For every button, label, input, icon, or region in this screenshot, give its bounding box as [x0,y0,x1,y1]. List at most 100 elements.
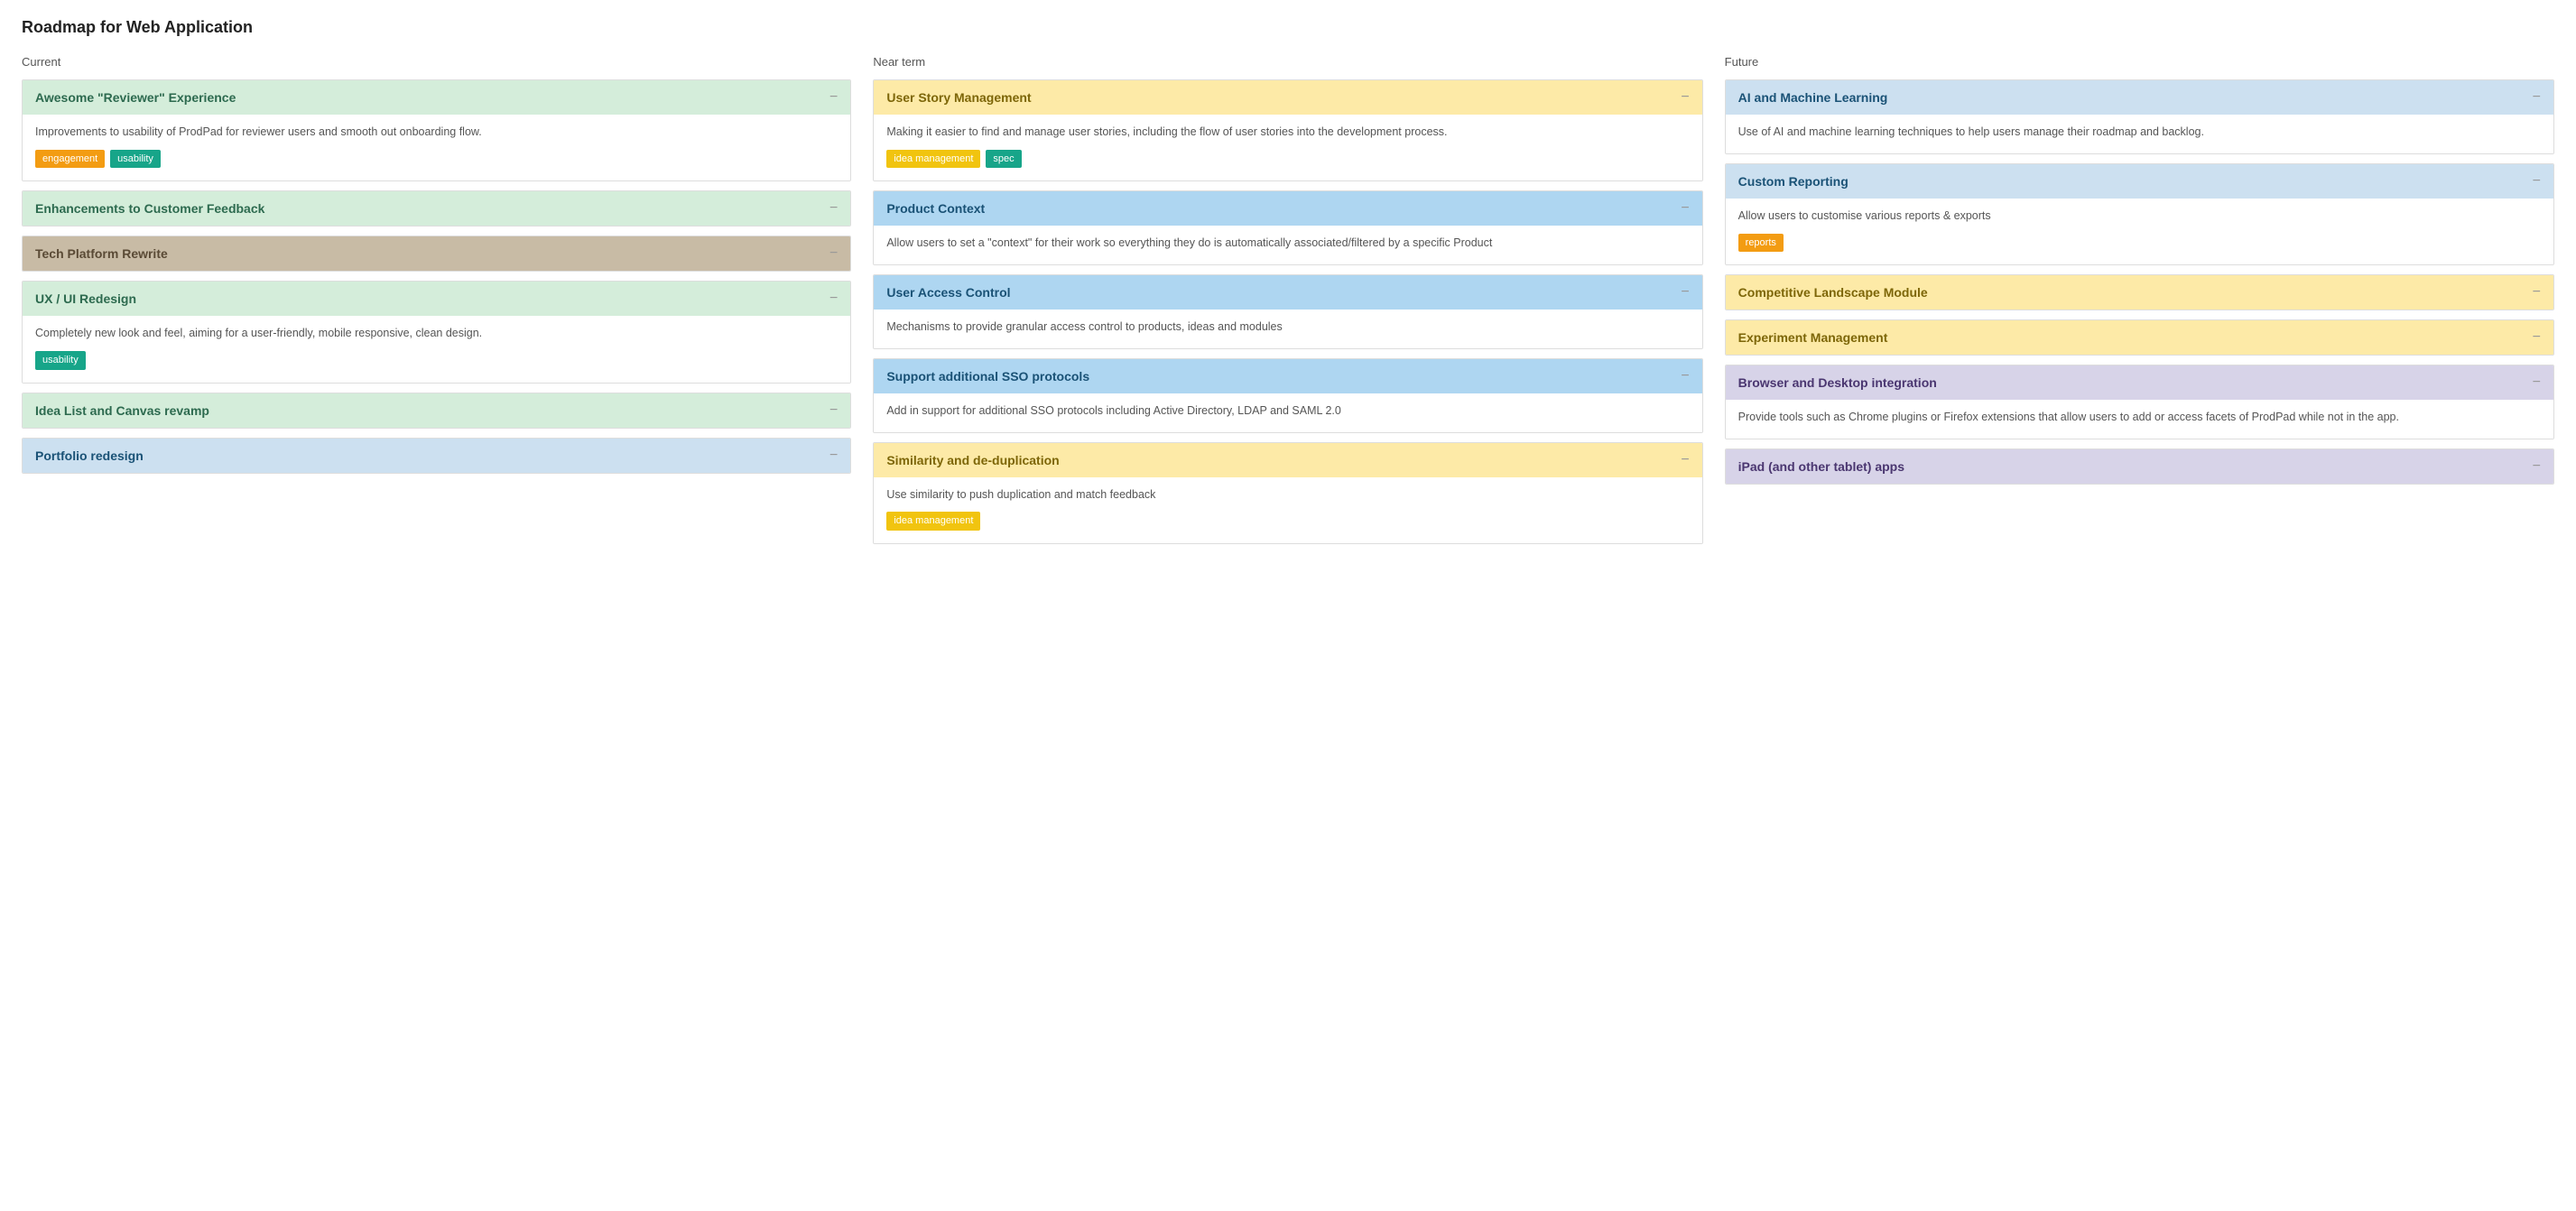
card-custom-reporting[interactable]: Custom Reporting − Allow users to customis… [1725,163,2554,265]
card-description-ux-ui-redesign: Completely new look and feel, aiming for… [35,325,838,342]
card-collapse-similarity-deduplication[interactable]: − [1681,452,1689,468]
card-browser-desktop-integration[interactable]: Browser and Desktop integration − Provide … [1725,365,2554,439]
card-experiment-management[interactable]: Experiment Management − [1725,319,2554,356]
card-collapse-ai-machine-learning[interactable]: − [2533,89,2541,106]
card-user-access-control[interactable]: User Access Control− Mechanisms to provid… [873,274,1702,349]
tag-usability[interactable]: usability [35,351,86,370]
card-body-custom-reporting: Allow users to customise various reports… [1726,199,2553,264]
card-ipad-tablet-apps[interactable]: iPad (and other tablet) apps − [1725,448,2554,485]
card-title-idea-list-canvas-revamp: Idea List and Canvas revamp [35,403,209,418]
card-idea-list-canvas-revamp[interactable]: Idea List and Canvas revamp − [22,393,851,429]
card-body-product-context: Allow users to set a "context" for their… [874,226,1701,264]
card-description-product-context: Allow users to set a "context" for their… [886,235,1689,252]
card-header-competitive-landscape-module[interactable]: Competitive Landscape Module − [1726,275,2553,310]
card-collapse-ipad-tablet-apps[interactable]: − [2533,458,2541,475]
card-header-ux-ui-redesign[interactable]: UX / UI Redesign− [23,282,850,316]
card-title-competitive-landscape-module: Competitive Landscape Module [1738,285,1928,300]
card-collapse-idea-list-canvas-revamp[interactable]: − [829,402,838,419]
column-header-future: Future [1725,55,2554,69]
page-title: Roadmap for Web Application [22,18,2554,37]
card-collapse-tech-platform-rewrite[interactable]: − [829,245,838,262]
card-description-user-story-management: Making it easier to find and manage user… [886,124,1689,141]
column-header-near-term: Near term [873,55,1702,69]
card-collapse-support-sso-protocols[interactable]: − [1681,368,1689,384]
column-current: Current Awesome "Reviewer" Experience− Imp… [22,55,851,483]
card-tech-platform-rewrite[interactable]: Tech Platform Rewrite − [22,236,851,272]
card-body-ai-machine-learning: Use of AI and machine learning technique… [1726,115,2553,153]
tag-usability[interactable]: usability [110,150,161,169]
card-similarity-deduplication[interactable]: Similarity and de-duplication− Use simila… [873,442,1702,544]
card-title-browser-desktop-integration: Browser and Desktop integration [1738,375,1937,390]
card-title-custom-reporting: Custom Reporting [1738,174,1849,189]
card-title-enhancements-customer-feedback: Enhancements to Customer Feedback [35,201,264,216]
card-header-experiment-management[interactable]: Experiment Management − [1726,320,2553,355]
card-description-similarity-deduplication: Use similarity to push duplication and m… [886,486,1689,504]
card-collapse-enhancements-customer-feedback[interactable]: − [829,200,838,217]
column-near-term: Near term User Story Management − Making it… [873,55,1702,553]
card-collapse-portfolio-redesign[interactable]: − [829,448,838,464]
tag-idea-management[interactable]: idea management [886,150,980,169]
card-body-awesome-reviewer: Improvements to usability of ProdPad for… [23,115,850,180]
card-header-product-context[interactable]: Product Context − [874,191,1701,226]
card-title-ipad-tablet-apps: iPad (and other tablet) apps [1738,459,1904,474]
tag-spec[interactable]: spec [986,150,1021,169]
card-header-ipad-tablet-apps[interactable]: iPad (and other tablet) apps − [1726,449,2553,484]
card-collapse-user-story-management[interactable]: − [1681,89,1689,106]
card-header-awesome-reviewer[interactable]: Awesome "Reviewer" Experience− [23,80,850,115]
card-support-sso-protocols[interactable]: Support additional SSO protocols − Add in … [873,358,1702,433]
card-title-user-story-management: User Story Management [886,90,1031,105]
tag-engagement[interactable]: engagement [35,150,105,169]
card-header-user-access-control[interactable]: User Access Control− [874,275,1701,310]
card-body-similarity-deduplication: Use similarity to push duplication and m… [874,477,1701,543]
card-awesome-reviewer[interactable]: Awesome "Reviewer" Experience− Improvemen… [22,79,851,181]
card-header-portfolio-redesign[interactable]: Portfolio redesign − [23,439,850,473]
card-collapse-ux-ui-redesign[interactable]: − [829,291,838,307]
card-header-enhancements-customer-feedback[interactable]: Enhancements to Customer Feedback − [23,191,850,226]
card-description-awesome-reviewer: Improvements to usability of ProdPad for… [35,124,838,141]
card-product-context[interactable]: Product Context − Allow users to set a "co… [873,190,1702,265]
card-ux-ui-redesign[interactable]: UX / UI Redesign− Completely new look and… [22,281,851,383]
card-tags-awesome-reviewer: engagement usability [35,150,838,169]
card-title-product-context: Product Context [886,201,985,216]
card-header-user-story-management[interactable]: User Story Management − [874,80,1701,115]
card-title-support-sso-protocols: Support additional SSO protocols [886,369,1089,384]
card-title-experiment-management: Experiment Management [1738,330,1888,345]
card-body-ux-ui-redesign: Completely new look and feel, aiming for… [23,316,850,382]
card-portfolio-redesign[interactable]: Portfolio redesign − [22,438,851,474]
card-collapse-experiment-management[interactable]: − [2533,329,2541,346]
card-collapse-user-access-control[interactable]: − [1681,284,1689,300]
card-enhancements-customer-feedback[interactable]: Enhancements to Customer Feedback − [22,190,851,226]
card-title-tech-platform-rewrite: Tech Platform Rewrite [35,246,168,261]
card-tags-custom-reporting: reports [1738,234,2541,253]
card-collapse-competitive-landscape-module[interactable]: − [2533,284,2541,300]
card-title-portfolio-redesign: Portfolio redesign [35,448,144,463]
card-collapse-product-context[interactable]: − [1681,200,1689,217]
card-header-tech-platform-rewrite[interactable]: Tech Platform Rewrite − [23,236,850,271]
card-user-story-management[interactable]: User Story Management − Making it easier t… [873,79,1702,181]
card-collapse-custom-reporting[interactable]: − [2533,173,2541,190]
tag-reports[interactable]: reports [1738,234,1784,253]
card-header-similarity-deduplication[interactable]: Similarity and de-duplication− [874,443,1701,477]
card-header-support-sso-protocols[interactable]: Support additional SSO protocols − [874,359,1701,393]
card-description-support-sso-protocols: Add in support for additional SSO protoc… [886,402,1689,420]
tag-idea-management[interactable]: idea management [886,512,980,531]
card-ai-machine-learning[interactable]: AI and Machine Learning− Use of AI and ma… [1725,79,2554,154]
card-header-custom-reporting[interactable]: Custom Reporting − [1726,164,2553,199]
card-description-user-access-control: Mechanisms to provide granular access co… [886,319,1689,336]
card-description-browser-desktop-integration: Provide tools such as Chrome plugins or … [1738,409,2541,426]
roadmap-columns: Current Awesome "Reviewer" Experience− Imp… [22,55,2554,553]
card-tags-similarity-deduplication: idea management [886,512,1689,531]
card-collapse-browser-desktop-integration[interactable]: − [2533,374,2541,391]
card-header-idea-list-canvas-revamp[interactable]: Idea List and Canvas revamp − [23,393,850,428]
column-header-current: Current [22,55,851,69]
card-tags-user-story-management: idea management spec [886,150,1689,169]
card-body-user-access-control: Mechanisms to provide granular access co… [874,310,1701,348]
card-body-support-sso-protocols: Add in support for additional SSO protoc… [874,393,1701,432]
card-header-ai-machine-learning[interactable]: AI and Machine Learning− [1726,80,2553,115]
card-description-custom-reporting: Allow users to customise various reports… [1738,208,2541,225]
card-header-browser-desktop-integration[interactable]: Browser and Desktop integration − [1726,365,2553,400]
card-description-ai-machine-learning: Use of AI and machine learning technique… [1738,124,2541,141]
card-competitive-landscape-module[interactable]: Competitive Landscape Module − [1725,274,2554,310]
card-collapse-awesome-reviewer[interactable]: − [829,89,838,106]
card-tags-ux-ui-redesign: usability [35,351,838,370]
